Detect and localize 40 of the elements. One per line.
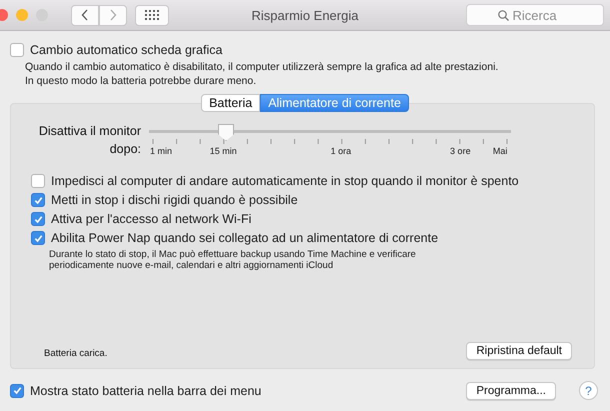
help-button[interactable]: ? bbox=[579, 381, 598, 400]
checkbox[interactable] bbox=[31, 231, 45, 245]
checkmark-icon bbox=[12, 386, 22, 395]
checkbox[interactable] bbox=[31, 212, 45, 226]
checkbox[interactable] bbox=[31, 174, 45, 188]
checkmark-icon bbox=[34, 196, 42, 204]
back-button[interactable] bbox=[71, 4, 99, 26]
tab[interactable]: Batteria bbox=[201, 94, 260, 112]
checkbox-label: Impedisci al computer di andare automaticamente in stop quando il monitor è spento bbox=[51, 174, 519, 188]
checkbox[interactable] bbox=[10, 384, 24, 398]
minimize-button[interactable] bbox=[16, 9, 28, 21]
slider-label: Disattiva il monitor dopo: bbox=[38, 123, 141, 158]
checkbox-label: Attiva per l'accesso al network Wi-Fi bbox=[51, 212, 252, 226]
checkbox-label: Cambio automatico scheda grafica bbox=[30, 43, 222, 57]
search-field[interactable]: Ricerca bbox=[512, 8, 572, 22]
checkmark-icon bbox=[34, 234, 42, 242]
window-title: Risparmio Energia bbox=[252, 8, 358, 22]
tick-label: Mai bbox=[492, 146, 508, 156]
schedule-button[interactable]: Programma... bbox=[466, 382, 556, 400]
grid-icon bbox=[145, 10, 159, 20]
checkbox-label: Metti in stop i dischi rigidi quando è possibile bbox=[51, 193, 298, 207]
checkbox[interactable] bbox=[31, 193, 45, 207]
description-text: Durante lo stato di stop, il Mac può effettuare backup usando Time Machine e verificare periodicamente nuove e-mail, calendari e altri aggiornamenti iCloud bbox=[49, 249, 417, 271]
checkmark-icon bbox=[34, 214, 42, 224]
search-icon bbox=[498, 10, 508, 20]
slider-thumb[interactable] bbox=[218, 124, 234, 141]
restore-defaults-button[interactable]: Ripristina default bbox=[466, 342, 572, 360]
search-box[interactable]: Ricerca bbox=[466, 4, 604, 26]
chevron-right-icon bbox=[109, 9, 117, 21]
chevron-left-icon bbox=[81, 9, 89, 21]
checkbox-label: Mostra stato batteria nella barra dei menu bbox=[30, 384, 262, 398]
description-text: Quando il cambio automatico è disabilitato, il computer utilizzerà sempre la grafica ad alte prestazioni. In questo modo la batteria potrebbe durare meno. bbox=[25, 60, 500, 88]
checkbox[interactable] bbox=[10, 43, 24, 57]
checkbox-label: Abilita Power Nap quando sei collegato ad un alimentatore di corrente bbox=[51, 231, 438, 245]
tick-label: 1 ora bbox=[330, 146, 352, 156]
tick-label: 3 ore bbox=[450, 146, 471, 156]
status-text: Batteria carica. bbox=[44, 348, 108, 358]
tick-label: 1 min bbox=[150, 146, 172, 156]
tick-label: 15 min bbox=[210, 146, 237, 156]
grid-button[interactable] bbox=[135, 4, 169, 26]
